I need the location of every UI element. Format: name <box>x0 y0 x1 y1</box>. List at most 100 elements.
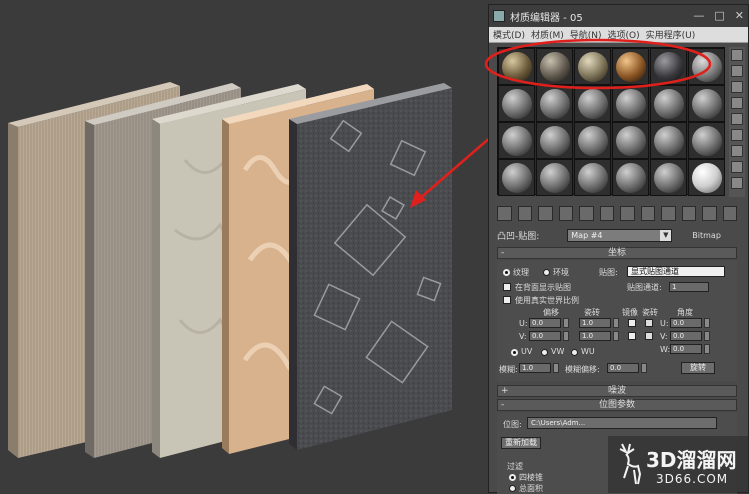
material-slot[interactable] <box>688 122 725 159</box>
put-to-scene-icon[interactable] <box>517 205 532 221</box>
u-offset-input[interactable]: 0.0 <box>529 318 561 328</box>
close-button[interactable]: ✕ <box>735 9 744 22</box>
material-slot[interactable] <box>650 85 687 122</box>
maximize-button[interactable]: □ <box>714 9 724 22</box>
menu-material[interactable]: 材质(M) <box>531 28 564 41</box>
map-type-button[interactable]: Bitmap <box>692 231 721 240</box>
v-tiling-input[interactable]: 1.0 <box>579 331 611 341</box>
material-slot[interactable] <box>650 159 687 196</box>
v-angle-input[interactable]: 0.0 <box>670 331 702 341</box>
v-mirror-checkbox[interactable] <box>628 332 636 340</box>
copy-icon[interactable] <box>579 205 594 221</box>
go-forward-icon[interactable] <box>722 205 737 221</box>
side-toolbar <box>729 47 745 197</box>
material-navigator-icon[interactable] <box>731 177 743 189</box>
material-slot[interactable] <box>574 85 611 122</box>
u-tiling-spinner[interactable] <box>613 318 619 328</box>
make-preview-icon[interactable] <box>731 129 743 141</box>
show-end-icon[interactable] <box>681 205 696 221</box>
material-id-icon[interactable] <box>640 205 655 221</box>
reset-icon[interactable] <box>558 205 573 221</box>
v-tiling-spinner[interactable] <box>613 331 619 341</box>
environ-radio[interactable] <box>543 269 550 276</box>
watermark: 3D溜溜网 3D66.COM <box>608 436 749 493</box>
material-slot[interactable] <box>536 122 573 159</box>
blur-input[interactable]: 1.0 <box>519 363 551 373</box>
summed-area-radio[interactable] <box>509 485 516 492</box>
material-slot[interactable] <box>650 48 687 85</box>
blur-offset-input[interactable]: 0.0 <box>607 363 639 373</box>
menu-mode[interactable]: 模式(D) <box>493 28 525 41</box>
angle-label: 角度 <box>677 308 693 317</box>
material-slot[interactable] <box>612 122 649 159</box>
material-slot[interactable] <box>688 85 725 122</box>
w-angle-input[interactable]: 0.0 <box>670 344 702 354</box>
put-library-icon[interactable] <box>620 205 635 221</box>
u-mirror-checkbox[interactable] <box>628 319 636 327</box>
material-slot[interactable] <box>574 48 611 85</box>
get-material-icon[interactable] <box>497 205 512 221</box>
material-slot[interactable] <box>650 122 687 159</box>
material-slot[interactable] <box>536 159 573 196</box>
backlight-icon[interactable] <box>731 65 743 77</box>
material-slot[interactable] <box>688 48 725 85</box>
texture-radio[interactable] <box>503 269 510 276</box>
u-angle-input[interactable]: 0.0 <box>670 318 702 328</box>
minimize-button[interactable]: — <box>693 9 704 22</box>
map-name-field[interactable]: Map #4 ▼ <box>567 228 673 242</box>
real-world-checkbox[interactable] <box>503 296 511 304</box>
material-slot[interactable] <box>536 48 573 85</box>
vw-radio[interactable] <box>541 349 548 356</box>
mapping-dropdown[interactable]: 显式贴图通道 <box>627 266 725 277</box>
bitmap-path-button[interactable]: C:\Users\Adm... <box>527 417 717 429</box>
menu-navigation[interactable]: 导航(N) <box>570 28 602 41</box>
v-offset-spinner[interactable] <box>563 331 569 341</box>
v-offset-input[interactable]: 0.0 <box>529 331 561 341</box>
u-tiling-input[interactable]: 1.0 <box>579 318 611 328</box>
video-check-icon[interactable] <box>731 113 743 125</box>
go-parent-icon[interactable] <box>702 205 717 221</box>
pyramidal-radio[interactable] <box>509 474 516 481</box>
v-angle-spinner[interactable] <box>704 331 710 341</box>
material-slot[interactable] <box>612 48 649 85</box>
material-slot[interactable] <box>498 159 535 196</box>
coordinates-rollout-header[interactable]: - 坐标 <box>497 247 737 259</box>
map-channel-input[interactable]: 1 <box>669 282 709 292</box>
reload-button[interactable]: 重新加载 <box>501 437 541 449</box>
menu-utilities[interactable]: 实用程序(U) <box>646 28 696 41</box>
noise-rollout-header[interactable]: + 噪波 <box>497 385 737 397</box>
v-tile-checkbox[interactable] <box>645 332 653 340</box>
material-slot[interactable] <box>612 85 649 122</box>
w-angle-spinner[interactable] <box>704 344 710 354</box>
u-offset-spinner[interactable] <box>563 318 569 328</box>
mapping-label: 贴图: <box>599 268 618 277</box>
blur-offset-spinner[interactable] <box>641 363 647 373</box>
chevron-down-icon[interactable]: ▼ <box>660 229 672 241</box>
u-angle-spinner[interactable] <box>704 318 710 328</box>
show-map-icon[interactable] <box>661 205 676 221</box>
uv-radio[interactable] <box>511 349 518 356</box>
material-slot[interactable] <box>688 159 725 196</box>
material-slot[interactable] <box>498 48 535 85</box>
bitmap-params-rollout-header[interactable]: - 位图参数 <box>497 399 737 411</box>
u-tile-checkbox[interactable] <box>645 319 653 327</box>
show-on-back-checkbox[interactable] <box>503 283 511 291</box>
assign-material-icon[interactable] <box>538 205 553 221</box>
material-slot[interactable] <box>536 85 573 122</box>
material-slot[interactable] <box>574 159 611 196</box>
material-slot[interactable] <box>574 122 611 159</box>
options-icon[interactable] <box>731 145 743 157</box>
material-slot[interactable] <box>498 85 535 122</box>
rotate-button[interactable]: 旋转 <box>681 362 715 374</box>
uv-tiling-icon[interactable] <box>731 97 743 109</box>
wu-label: WU <box>581 347 595 356</box>
unique-icon[interactable] <box>599 205 614 221</box>
wu-radio[interactable] <box>571 349 578 356</box>
select-by-material-icon[interactable] <box>731 161 743 173</box>
sample-type-icon[interactable] <box>731 49 743 61</box>
material-slot[interactable] <box>498 122 535 159</box>
blur-spinner[interactable] <box>553 363 559 373</box>
background-icon[interactable] <box>731 81 743 93</box>
menu-options[interactable]: 选项(O) <box>608 28 640 41</box>
material-slot[interactable] <box>612 159 649 196</box>
